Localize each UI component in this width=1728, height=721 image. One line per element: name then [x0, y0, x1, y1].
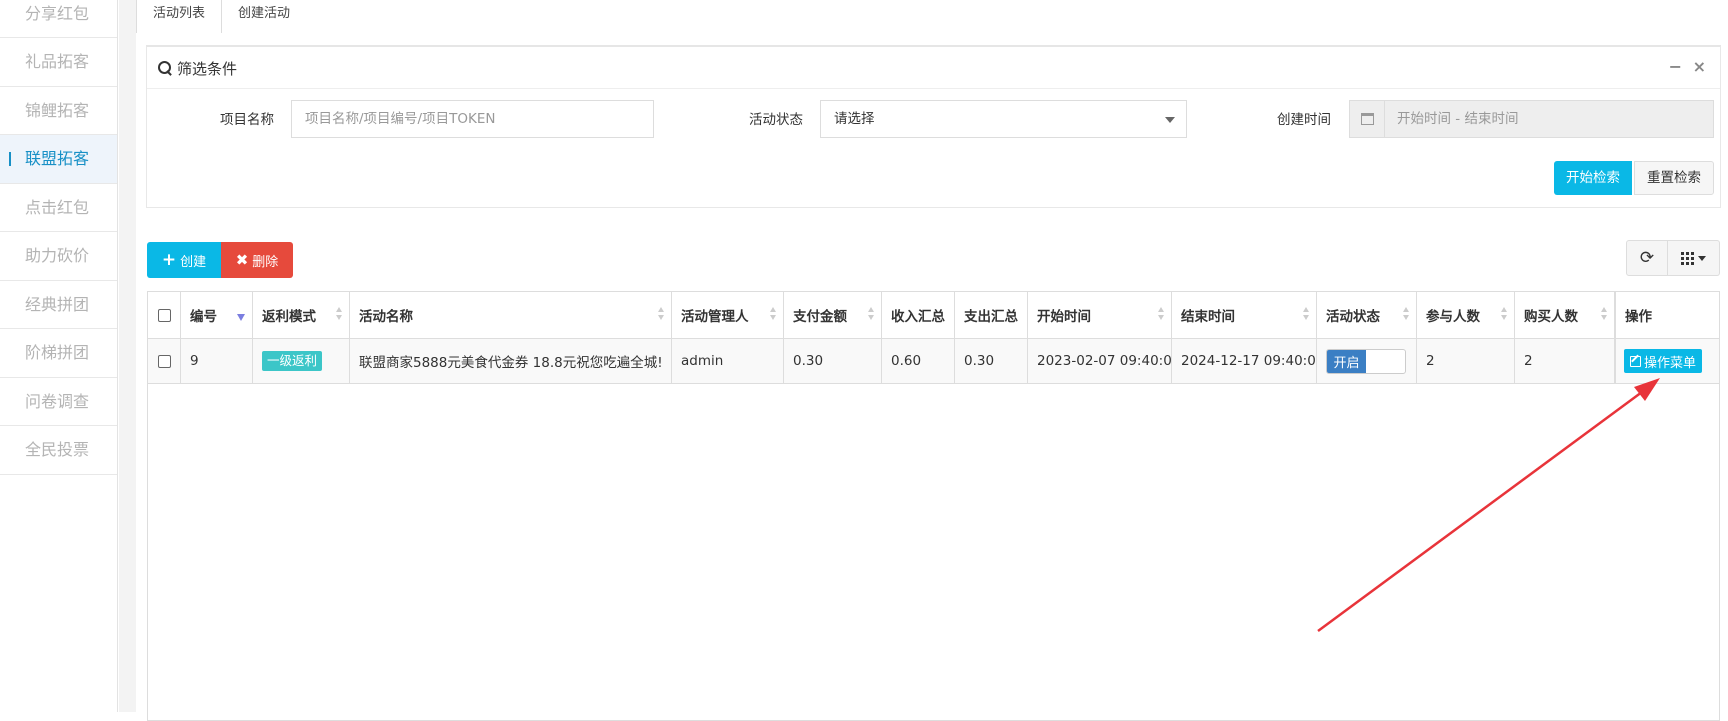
cell-start: 2023-02-07 09:40:00 — [1028, 339, 1172, 383]
header-buyers[interactable]: 购买人数 — [1515, 292, 1615, 338]
activity-status-select[interactable]: 请选择 — [820, 100, 1187, 138]
rebate-mode-badge: 一级返利 — [262, 351, 323, 371]
row-select-cell — [148, 339, 181, 383]
create-button-label: 创建 — [180, 254, 207, 270]
header-expense: 支出汇总 — [955, 292, 1028, 338]
reset-search-button[interactable]: 重置检索 — [1634, 161, 1714, 195]
sort-icon — [336, 307, 343, 321]
main-content: 活动列表 创建活动 筛选条件 − × 项目名称 项目名称/项目编号/项目TOKE… — [136, 0, 1728, 721]
header-status[interactable]: 活动状态 — [1317, 292, 1417, 338]
sort-icon — [868, 307, 875, 321]
sort-icon — [1501, 307, 1508, 321]
cell-participants: 2 — [1417, 339, 1515, 383]
activity-table: 编号 返利模式 活动名称 活动管理人 支付金额 收入汇总 支出汇总 开始时间 结… — [147, 291, 1720, 721]
refresh-icon: ⟳ — [1639, 248, 1655, 268]
sidebar-item-group-buy[interactable]: 经典拼团 — [0, 281, 117, 329]
chevron-down-icon — [1165, 117, 1175, 123]
created-time-input[interactable]: 开始时间 - 结束时间 — [1385, 100, 1714, 138]
calendar-addon — [1349, 100, 1385, 138]
caret-down-icon — [1698, 255, 1706, 261]
sidebar: 分享红包 礼品拓客 锦鲤拓客 联盟拓客 点击红包 助力砍价 经典拼团 阶梯拼团 … — [0, 0, 118, 712]
filter-header: 筛选条件 − × — [147, 47, 1720, 89]
grid-icon — [1681, 251, 1694, 265]
close-x-icon: ✖ — [235, 250, 249, 269]
close-icon[interactable]: × — [1693, 57, 1706, 76]
cell-name: 联盟商家5888元美食代金券 18.8元祝您吃遍全城! — [350, 339, 672, 383]
row-checkbox[interactable] — [157, 354, 171, 368]
operation-menu-button[interactable]: 操作菜单 — [1624, 349, 1703, 373]
activity-status-label: 活动状态 — [749, 112, 803, 128]
header-name[interactable]: 活动名称 — [350, 292, 672, 338]
header-pay[interactable]: 支付金额 — [784, 292, 882, 338]
sidebar-item-alliance[interactable]: 联盟拓客 — [0, 135, 117, 184]
plus-icon: + — [161, 249, 177, 270]
cell-buyers: 2 — [1515, 339, 1615, 383]
sort-icon — [1158, 307, 1165, 321]
tab-bar: 活动列表 创建活动 — [136, 0, 306, 33]
created-time-range[interactable]: 开始时间 - 结束时间 — [1349, 100, 1714, 138]
cell-expense: 0.30 — [955, 339, 1028, 383]
columns-toggle-button[interactable] — [1668, 240, 1720, 276]
sidebar-item-survey[interactable]: 问卷调查 — [0, 378, 117, 426]
sort-desc-icon — [237, 314, 245, 321]
calendar-icon — [1360, 113, 1374, 125]
table-header-row: 编号 返利模式 活动名称 活动管理人 支付金额 收入汇总 支出汇总 开始时间 结… — [148, 292, 1719, 338]
cell-status: 开启 — [1317, 339, 1417, 383]
delete-button-label: 删除 — [252, 254, 279, 270]
sort-icon — [1403, 307, 1410, 321]
cell-manager: admin — [672, 339, 784, 383]
refresh-button[interactable]: ⟳ — [1626, 240, 1668, 276]
cell-ops: 操作菜单 — [1615, 339, 1719, 383]
sort-icon — [658, 307, 665, 321]
header-ops: 操作 — [1615, 292, 1719, 338]
header-manager[interactable]: 活动管理人 — [672, 292, 784, 338]
gutter — [119, 0, 136, 712]
sidebar-item-share-redpacket[interactable]: 分享红包 — [0, 0, 117, 38]
sidebar-item-gift[interactable]: 礼品拓客 — [0, 38, 117, 87]
table-row: 9 一级返利 联盟商家5888元美食代金券 18.8元祝您吃遍全城! admin… — [148, 338, 1719, 384]
header-mode[interactable]: 返利模式 — [253, 292, 350, 338]
sidebar-item-koi[interactable]: 锦鲤拓客 — [0, 87, 117, 135]
sidebar-item-bargain[interactable]: 助力砍价 — [0, 232, 117, 281]
status-toggle-on: 开启 — [1327, 349, 1366, 373]
filter-title: 筛选条件 — [158, 58, 237, 79]
sort-icon — [770, 307, 777, 321]
sidebar-item-click-redpacket[interactable]: 点击红包 — [0, 184, 117, 232]
select-all-cell — [148, 292, 181, 338]
search-icon — [158, 61, 173, 76]
project-name-input[interactable]: 项目名称/项目编号/项目TOKEN — [291, 100, 654, 138]
sort-icon — [1601, 307, 1608, 321]
select-all-checkbox[interactable] — [157, 308, 171, 322]
header-end[interactable]: 结束时间 — [1172, 292, 1317, 338]
header-id[interactable]: 编号 — [181, 292, 253, 338]
sidebar-item-tier-group[interactable]: 阶梯拼团 — [0, 329, 117, 378]
status-toggle[interactable]: 开启 — [1326, 348, 1406, 374]
cell-end: 2024-12-17 09:40:00 — [1172, 339, 1317, 383]
activity-status-value: 请选择 — [834, 111, 875, 127]
cell-income: 0.60 — [882, 339, 955, 383]
cell-id: 9 — [181, 339, 253, 383]
sort-icon — [1303, 307, 1310, 321]
minimize-icon[interactable]: − — [1669, 57, 1682, 76]
header-participants[interactable]: 参与人数 — [1417, 292, 1515, 338]
project-name-label: 项目名称 — [220, 112, 274, 128]
tab-create-activity[interactable]: 创建活动 — [222, 0, 306, 33]
start-search-button[interactable]: 开始检索 — [1554, 161, 1632, 195]
edit-icon — [1630, 355, 1641, 367]
create-button[interactable]: + 创建 — [147, 242, 221, 278]
tab-activity-list[interactable]: 活动列表 — [136, 0, 223, 33]
cell-mode: 一级返利 — [253, 339, 350, 383]
delete-button[interactable]: ✖ 删除 — [221, 242, 293, 278]
filter-title-text: 筛选条件 — [177, 60, 238, 78]
header-income: 收入汇总 — [882, 292, 955, 338]
header-start[interactable]: 开始时间 — [1028, 292, 1172, 338]
sidebar-item-vote[interactable]: 全民投票 — [0, 426, 117, 475]
cell-pay: 0.30 — [784, 339, 882, 383]
created-time-label: 创建时间 — [1277, 112, 1331, 128]
